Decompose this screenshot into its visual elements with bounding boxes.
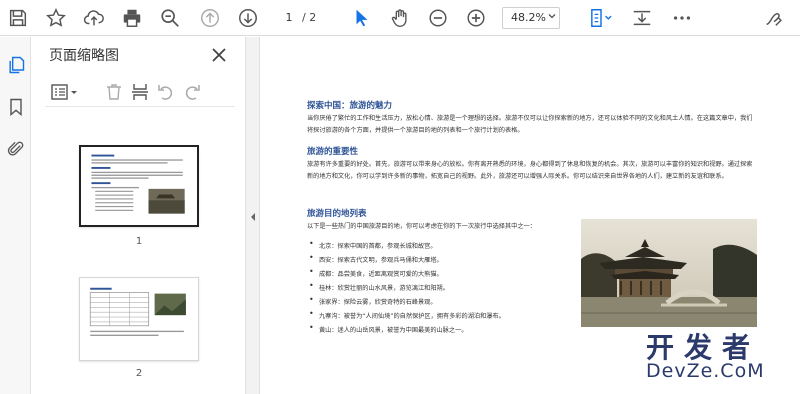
thumbnail-page-number: 2: [135, 368, 143, 379]
chevron-left-icon[interactable]: [249, 212, 257, 222]
delete-page-icon[interactable]: [101, 79, 127, 105]
page-thumbnail-preview: [89, 287, 186, 336]
zoom-out-magnifier-icon[interactable]: [156, 4, 184, 32]
list-item: 北京：探索中国的首都，参观长城和故宫。: [309, 239, 437, 250]
upload-icon[interactable]: [80, 4, 108, 32]
thumbnails-icon[interactable]: [4, 53, 28, 77]
plus-circle-icon[interactable]: [462, 4, 490, 32]
paragraph-intro: 当你厌倦了繁忙的工作和生活压力，放松心情、旅游是一个理想的选择。旅游不仅可以让你…: [307, 115, 753, 134]
left-icon-rail: [0, 37, 31, 394]
extract-page-icon[interactable]: [127, 79, 153, 105]
heading-importance: 旅游的重要性: [307, 147, 359, 157]
hand-icon[interactable]: [386, 4, 414, 32]
sign-icon[interactable]: [760, 4, 788, 32]
thumbnail-options-icon[interactable]: [47, 79, 83, 105]
pavilion-photo: [581, 219, 757, 327]
watermark-en: DevZe.CoM: [646, 360, 765, 382]
page-thumbnail-preview: [91, 154, 185, 214]
list-item: 张家界：探险云雾，欣赏奇特的石峰景观。: [309, 295, 437, 306]
page-total: / 2: [302, 11, 317, 24]
fit-page-icon[interactable]: [584, 4, 618, 32]
star-icon[interactable]: [42, 4, 70, 32]
chevron-down-icon[interactable]: [548, 12, 556, 20]
paragraph-destinations: 以下是一些热门的中国旅游目的地，你可以考虑在你的下一次旅行中选择其中之一：: [307, 223, 536, 230]
rotate-right-icon[interactable]: [179, 79, 205, 105]
panel-title: 页面缩略图: [49, 48, 119, 64]
panel-collapse-handle[interactable]: [246, 37, 260, 394]
heading-intro: 探索中国：旅游的魅力: [307, 101, 393, 111]
save-icon[interactable]: [4, 4, 32, 32]
thumbnail-tools: [45, 79, 235, 107]
attachment-icon[interactable]: [4, 137, 28, 161]
page-number-input[interactable]: 1: [276, 7, 302, 29]
list-item: 西安：探索古代文明，参观兵马俑和大雁塔。: [309, 253, 443, 264]
print-icon[interactable]: [118, 4, 146, 32]
main-toolbar: 1 / 2 48.2%: [0, 0, 800, 36]
next-page-icon[interactable]: [234, 4, 262, 32]
read-mode-icon[interactable]: [628, 4, 656, 32]
bookmark-icon[interactable]: [4, 95, 28, 119]
paragraph-importance: 旅游有许多重要的好处。首先，旅游可以带来身心的放松。你有离开熟悉的环境，身心都得…: [307, 161, 753, 180]
rotate-left-icon[interactable]: [153, 79, 179, 105]
close-icon[interactable]: [209, 45, 229, 65]
minus-circle-icon[interactable]: [424, 4, 452, 32]
thumbnails-panel: 页面缩略图 1 2: [31, 37, 246, 394]
page-thumbnail-2[interactable]: [79, 277, 199, 361]
select-cursor-icon[interactable]: [348, 4, 376, 32]
page-thumbnail-1[interactable]: [79, 145, 199, 227]
more-icon[interactable]: [668, 4, 696, 32]
list-item: 黄山：迷人的山岳风景，被誉为中国最美的山脉之一。: [309, 323, 467, 334]
prev-page-icon[interactable]: [196, 4, 224, 32]
list-item: 成都：品尝美食，近距离观赏可爱的大熊猫。: [309, 267, 443, 278]
heading-destinations: 旅游目的地列表: [307, 209, 367, 219]
thumbnail-page-number: 1: [135, 236, 143, 247]
list-item: 九寨沟：被誉为“人间仙境”的自然保护区，拥有多彩的湖泊和瀑布。: [309, 309, 505, 320]
list-item: 桂林：欣赏壮丽的山水风景，游览漓江和阳朔。: [309, 281, 449, 292]
